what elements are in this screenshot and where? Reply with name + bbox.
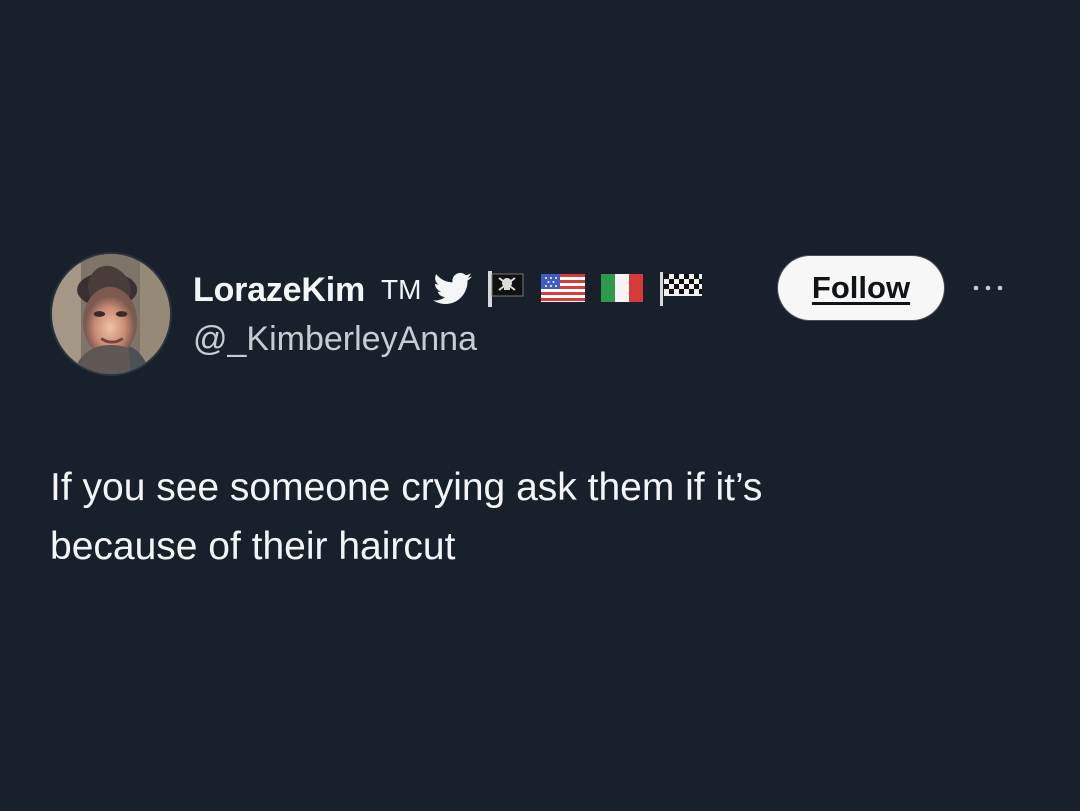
- tweet-text: If you see someone crying ask them if it…: [50, 458, 950, 576]
- twitter-bird-icon: [433, 271, 473, 310]
- tweet-text-line-2: because of their haircut: [50, 525, 456, 568]
- checkered-flag-icon: [657, 268, 707, 313]
- author-display-name[interactable]: LorazeKim: [193, 273, 365, 307]
- italy-flag-icon: [599, 271, 645, 310]
- canvas: LorazeKim TM @_KimberleyAnna Follow If y…: [0, 0, 1080, 811]
- pirate-flag-icon: [485, 268, 527, 313]
- tweet-text-line-1: If you see someone crying ask them if it…: [50, 466, 763, 509]
- follow-button[interactable]: Follow: [778, 256, 944, 320]
- us-flag-icon: [539, 271, 587, 310]
- more-options-icon: [971, 279, 1005, 297]
- author-avatar[interactable]: [50, 252, 172, 376]
- author-name-row[interactable]: LorazeKim TM: [193, 265, 707, 315]
- author-handle[interactable]: @_KimberleyAnna: [193, 322, 477, 356]
- trademark-suffix: TM: [381, 274, 422, 305]
- more-options-button[interactable]: [963, 278, 1013, 298]
